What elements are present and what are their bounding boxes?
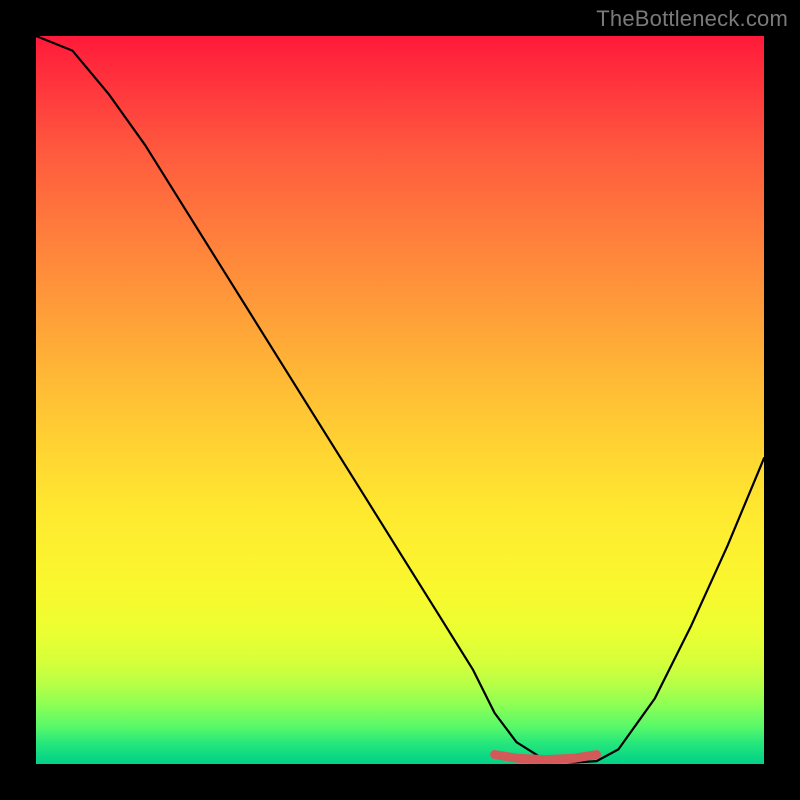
plot-area xyxy=(36,36,764,764)
watermark-text: TheBottleneck.com xyxy=(596,6,788,32)
chart-frame: TheBottleneck.com xyxy=(0,0,800,800)
optimal-region-marker xyxy=(495,755,597,760)
bottleneck-curve xyxy=(36,36,764,763)
chart-svg xyxy=(36,36,764,764)
